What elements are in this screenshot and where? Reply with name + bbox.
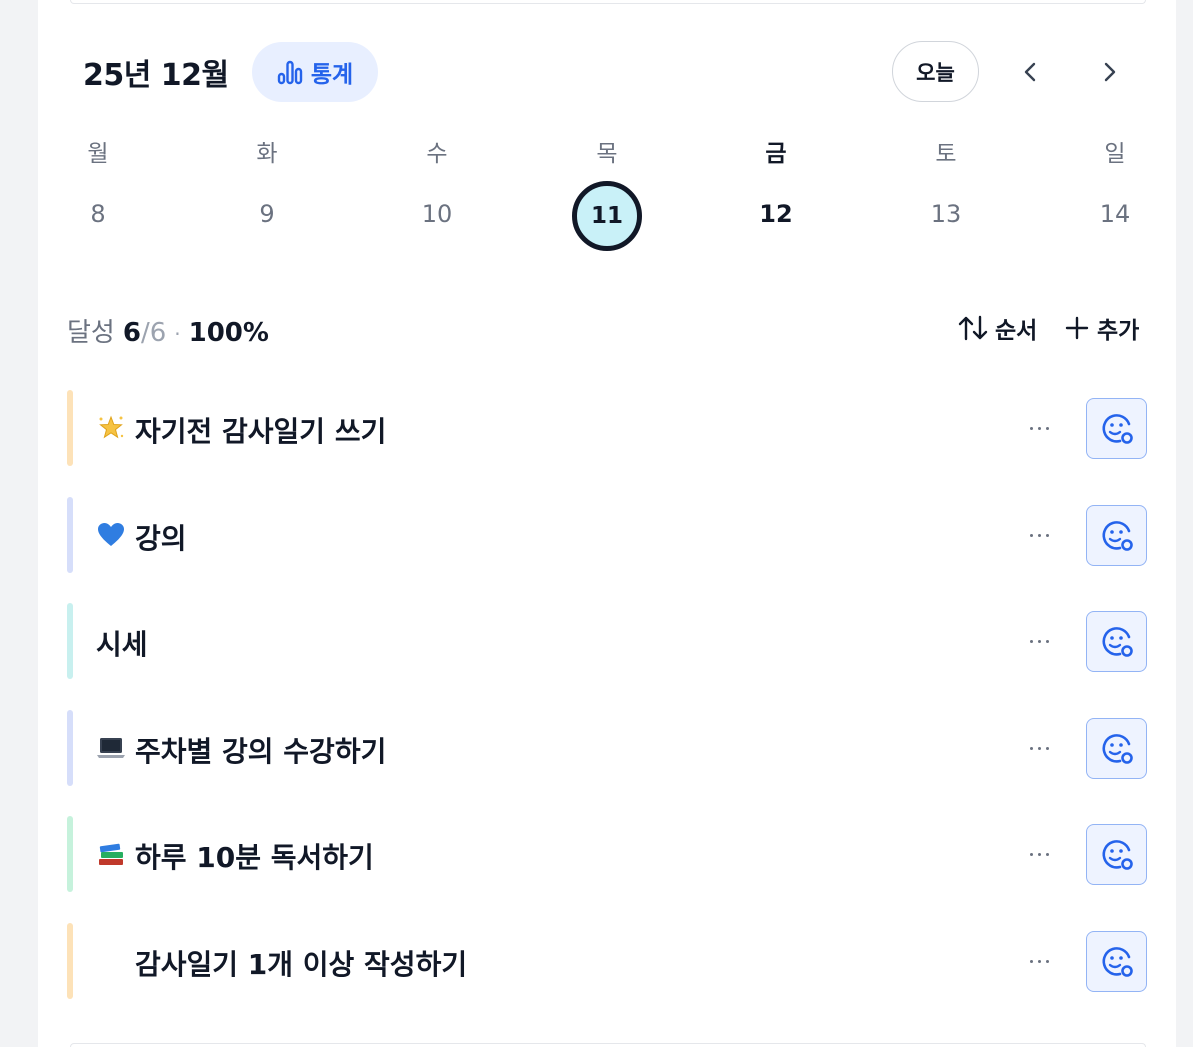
weekday-tue: 화 <box>256 141 278 167</box>
achievement-done: 6 <box>122 318 141 348</box>
dot <box>1037 959 1041 963</box>
laptop-icon <box>95 732 127 764</box>
next-week-button[interactable] <box>1089 52 1129 92</box>
dot <box>1037 852 1041 856</box>
dot <box>1045 533 1049 537</box>
more-options-button[interactable] <box>1019 838 1059 870</box>
add-habit-label: 추가 <box>1097 318 1140 344</box>
add-reaction-button[interactable] <box>1086 931 1147 992</box>
achievement-total: /6 <box>140 318 167 348</box>
dot <box>1037 746 1041 750</box>
smiley-add-icon <box>1101 626 1133 657</box>
more-options-button[interactable] <box>1019 519 1059 551</box>
habit-row[interactable]: 시세 <box>67 603 1147 679</box>
bar-chart-icon <box>277 60 303 85</box>
add-reaction-button[interactable] <box>1086 398 1147 459</box>
day-11-selected[interactable]: 11 <box>572 181 642 251</box>
habit-color-bar <box>67 497 73 573</box>
blue-heart-icon <box>95 519 127 551</box>
habit-color-bar <box>67 816 73 892</box>
day-8[interactable]: 8 <box>58 200 138 228</box>
dot <box>1029 426 1033 430</box>
habit-row[interactable]: 하루 10분 독서하기 <box>67 816 1147 892</box>
previous-card-edge <box>70 0 1146 4</box>
add-habit-button[interactable]: 추가 <box>1065 311 1139 345</box>
habit-name: 주차별 강의 수강하기 <box>135 735 387 768</box>
smiley-add-icon <box>1101 839 1133 870</box>
habit-color-bar <box>67 710 73 786</box>
smiley-add-icon <box>1101 733 1133 764</box>
day-12-today[interactable]: 12 <box>736 200 816 228</box>
more-options-button[interactable] <box>1019 945 1059 977</box>
plus-icon <box>1065 316 1089 340</box>
dot <box>1045 746 1049 750</box>
books-icon <box>95 838 127 870</box>
stats-label: 통계 <box>310 62 354 88</box>
habit-name: 강의 <box>135 522 187 555</box>
habit-row[interactable]: 강의 <box>67 497 1147 573</box>
dot <box>1029 746 1033 750</box>
weekday-wed: 수 <box>426 141 448 167</box>
smiley-add-icon <box>1101 946 1133 977</box>
add-reaction-button[interactable] <box>1086 611 1147 672</box>
dot <box>1037 426 1041 430</box>
dot <box>1045 959 1049 963</box>
weekday-thu: 목 <box>596 141 618 167</box>
day-10[interactable]: 10 <box>397 200 477 228</box>
habit-name: 감사일기 1개 이상 작성하기 <box>135 948 468 981</box>
stats-button[interactable]: 통계 <box>252 42 378 102</box>
more-options-button[interactable] <box>1019 625 1059 657</box>
habit-row[interactable]: 자기전 감사일기 쓰기 <box>67 390 1147 466</box>
habit-color-bar <box>67 603 73 679</box>
day-9[interactable]: 9 <box>227 200 307 228</box>
habit-name: 자기전 감사일기 쓰기 <box>135 415 387 448</box>
chevron-left-icon <box>1024 62 1036 82</box>
more-options-button[interactable] <box>1019 732 1059 764</box>
chevron-right-icon <box>1104 62 1116 82</box>
previous-week-button[interactable] <box>1011 52 1051 92</box>
habit-color-bar <box>67 923 73 999</box>
dot <box>1029 959 1033 963</box>
habit-row[interactable]: 주차별 강의 수강하기 <box>67 710 1147 786</box>
sort-arrows-icon <box>958 315 988 341</box>
habit-row[interactable]: 감사일기 1개 이상 작성하기 <box>67 923 1147 999</box>
sort-order-button[interactable]: 순서 <box>957 311 1037 345</box>
dot <box>1045 852 1049 856</box>
habit-name: 하루 10분 독서하기 <box>135 841 374 874</box>
month-title: 25년 12월 <box>83 58 229 93</box>
today-button[interactable]: 오늘 <box>892 41 979 102</box>
dot <box>1037 639 1041 643</box>
achievement-summary: 달성 6 /6 · 100% <box>67 312 269 349</box>
dot <box>1029 852 1033 856</box>
day-13[interactable]: 13 <box>906 200 986 228</box>
weekday-fri: 금 <box>765 141 787 167</box>
achievement-label: 달성 <box>67 318 115 348</box>
sort-order-label: 순서 <box>995 318 1038 344</box>
weekday-mon: 월 <box>87 141 109 167</box>
next-card-edge <box>70 1043 1146 1047</box>
habit-name: 시세 <box>96 628 148 661</box>
more-options-button[interactable] <box>1019 412 1059 444</box>
dot <box>1045 639 1049 643</box>
glowing-star-icon <box>95 412 127 444</box>
dot <box>1029 639 1033 643</box>
achievement-percent: 100% <box>188 318 269 348</box>
add-reaction-button[interactable] <box>1086 824 1147 885</box>
day-14[interactable]: 14 <box>1075 200 1155 228</box>
smiley-add-icon <box>1101 520 1133 551</box>
dot <box>1045 426 1049 430</box>
dot <box>1037 533 1041 537</box>
smiley-add-icon <box>1101 413 1133 444</box>
add-reaction-button[interactable] <box>1086 505 1147 566</box>
dot <box>1029 533 1033 537</box>
weekday-sat: 토 <box>935 141 957 167</box>
separator-dot: · <box>174 322 181 346</box>
habit-color-bar <box>67 390 73 466</box>
add-reaction-button[interactable] <box>1086 718 1147 779</box>
weekday-sun: 일 <box>1104 141 1126 167</box>
